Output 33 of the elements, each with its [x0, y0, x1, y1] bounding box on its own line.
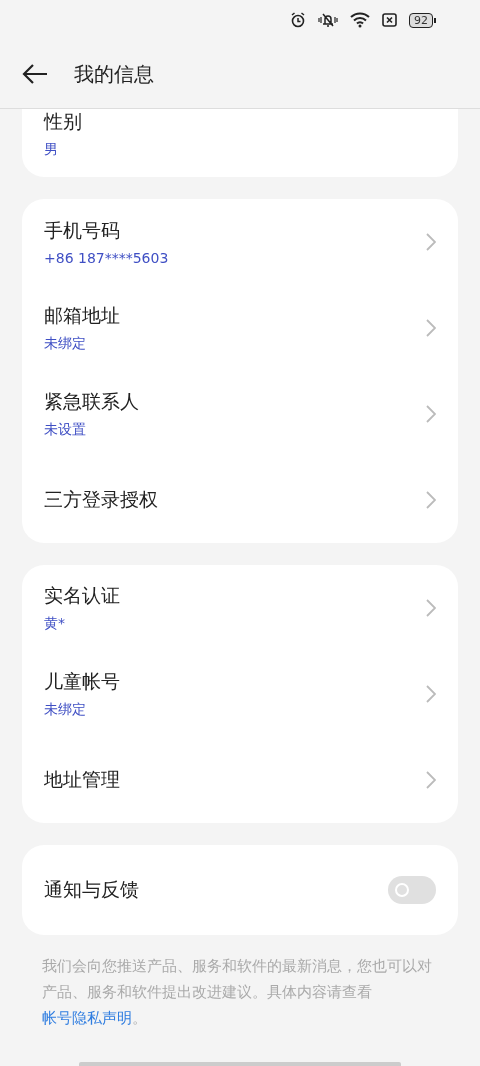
alarm-icon [290, 12, 306, 28]
chevron-icon[interactable] [426, 319, 436, 337]
page-title: 我的信息 [74, 60, 154, 88]
chevron-icon[interactable] [426, 685, 436, 703]
setting-label: 手机号码 [44, 218, 121, 243]
setting-value: 未绑定 [44, 335, 87, 353]
chevron-icon[interactable] [426, 771, 436, 789]
setting-label: 地址管理 [44, 767, 121, 792]
privacy-link[interactable]: 帐号隐私声明 [42, 1009, 132, 1027]
toggle-switch[interactable] [388, 876, 436, 904]
chevron-icon[interactable] [426, 599, 436, 617]
setting-label: 实名认证 [44, 583, 121, 608]
chevron-icon[interactable] [426, 405, 436, 423]
sim-icon [382, 13, 397, 27]
setting-value: 未绑定 [44, 701, 87, 719]
setting-label: 儿童帐号 [44, 669, 121, 694]
setting-value: 未设置 [44, 421, 87, 439]
muted-bell-icon [318, 12, 338, 28]
setting-label: 三方登录授权 [44, 487, 159, 512]
notice-text: 我们会向您推送产品、服务和软件的最新消息，您也可以对产品、服务和软件提出改进建议。具体内容请查看 帐号隐私声明。 [41, 956, 433, 1029]
battery-icon: 92 [409, 12, 436, 28]
setting-label: 紧急联系人 [44, 389, 140, 414]
gesture-bar[interactable] [79, 1062, 401, 1066]
setting-value: 黄* [44, 615, 66, 633]
setting-value: +86 187****5603 [44, 250, 170, 266]
chevron-icon[interactable] [426, 491, 436, 509]
setting-value: 男 [44, 141, 59, 159]
chevron-icon[interactable] [426, 233, 436, 251]
setting-label: 通知与反馈 [44, 877, 140, 902]
back-button[interactable] [22, 64, 48, 84]
wifi-icon [350, 12, 370, 28]
setting-label: 邮箱地址 [44, 303, 121, 328]
setting-label: 性别 [44, 109, 83, 134]
